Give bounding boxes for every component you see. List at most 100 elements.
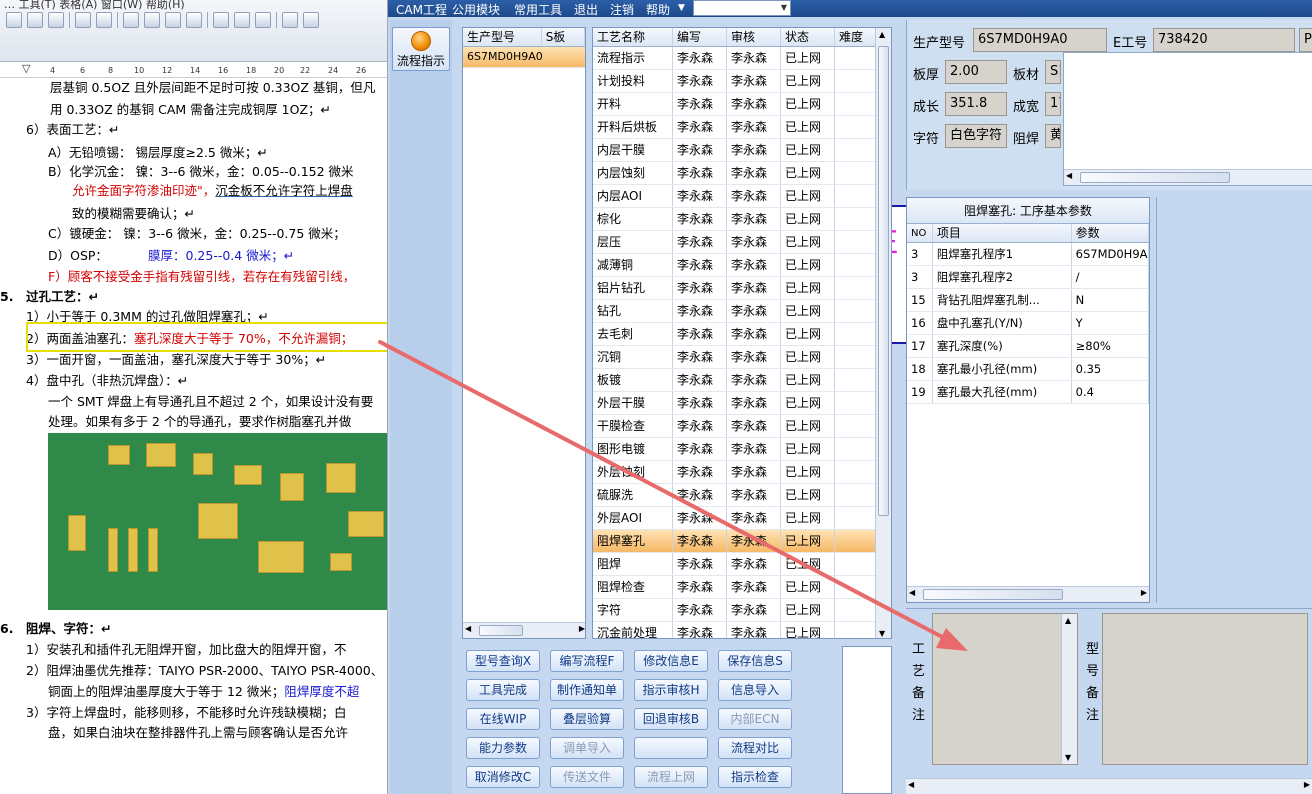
column-header[interactable]: 难度 — [835, 28, 877, 46]
action-button[interactable]: 修改信息E — [634, 650, 708, 672]
param-grid[interactable]: 阻焊塞孔: 工序基本参数 NO 项目 参数 3 阻焊塞孔程序1 6S7MD0H9A0… — [906, 197, 1150, 603]
param-item-cell[interactable]: 阻焊塞孔程序2 — [933, 266, 1072, 288]
writer-cell[interactable]: 李永森 — [673, 553, 727, 575]
table-row[interactable]: 15 背钻孔阻焊塞孔制... N — [907, 289, 1149, 312]
writer-cell[interactable]: 李永森 — [673, 208, 727, 230]
param-value-cell[interactable]: N — [1072, 289, 1149, 311]
difficulty-cell[interactable] — [835, 231, 877, 253]
table-row[interactable]: 干膜检查 李永森 李永森 已上网 — [593, 415, 891, 438]
process-name-cell[interactable]: 去毛刺 — [593, 323, 673, 345]
writer-cell[interactable]: 李永森 — [673, 93, 727, 115]
status-cell[interactable]: 已上网 — [781, 415, 835, 437]
table-row[interactable]: 字符 李永森 李永森 已上网 — [593, 599, 891, 622]
status-cell[interactable]: 已上网 — [781, 553, 835, 575]
writer-cell[interactable]: 李永森 — [673, 369, 727, 391]
writer-cell[interactable]: 李永森 — [673, 346, 727, 368]
insert-table-icon[interactable] — [165, 12, 181, 28]
tables-borders-icon[interactable] — [144, 12, 160, 28]
writer-cell[interactable]: 李永森 — [673, 47, 727, 69]
table-row[interactable]: 开料后烘板 李永森 李永森 已上网 — [593, 116, 891, 139]
param-item-cell[interactable]: 塞孔最小孔径(mm) — [933, 358, 1072, 380]
table-row[interactable]: 阻焊塞孔 李永森 李永森 已上网 — [593, 530, 891, 553]
difficulty-cell[interactable] — [835, 162, 877, 184]
difficulty-cell[interactable] — [835, 415, 877, 437]
reviewer-cell[interactable]: 李永森 — [727, 599, 781, 621]
status-cell[interactable]: 已上网 — [781, 530, 835, 552]
process-name-cell[interactable]: 铝片钻孔 — [593, 277, 673, 299]
table-row[interactable]: 内层蚀刻 李永森 李永森 已上网 — [593, 162, 891, 185]
horizontal-scrollbar[interactable]: ◀ ▶ — [463, 622, 585, 638]
model-cell[interactable]: 6S7MD0H9A0 — [463, 47, 585, 67]
writer-cell[interactable]: 李永森 — [673, 162, 727, 184]
param-value-cell[interactable]: 0.4 — [1072, 381, 1149, 403]
chevron-down-icon[interactable]: ▼ — [678, 3, 685, 13]
process-name-cell[interactable]: 外层AOI — [593, 507, 673, 529]
difficulty-cell[interactable] — [835, 599, 877, 621]
difficulty-cell[interactable] — [835, 622, 877, 638]
action-button[interactable]: 叠层验算 — [550, 708, 624, 730]
param-value-cell[interactable]: 0.35 — [1072, 358, 1149, 380]
param-item-cell[interactable]: 背钻孔阻焊塞孔制... — [933, 289, 1072, 311]
reviewer-cell[interactable]: 李永森 — [727, 162, 781, 184]
writer-cell[interactable]: 李永森 — [673, 576, 727, 598]
writer-cell[interactable]: 李永森 — [673, 254, 727, 276]
process-name-cell[interactable]: 阻焊 — [593, 553, 673, 575]
table-row[interactable]: 6S7MD0H9A0 — [463, 47, 585, 68]
status-cell[interactable]: 已上网 — [781, 47, 835, 69]
param-value-cell[interactable]: ≥80% — [1072, 335, 1149, 357]
action-button[interactable]: 型号查询X — [466, 650, 540, 672]
horizontal-scrollbar[interactable]: ◀ — [1064, 169, 1312, 185]
status-cell[interactable]: 已上网 — [781, 300, 835, 322]
word-menu-bar[interactable]: … 工具(T) 表格(A) 窗口(W) 帮助(H) — [4, 0, 185, 12]
column-header[interactable]: 生产型号 — [463, 28, 542, 46]
table-row[interactable]: 17 塞孔深度(%) ≥80% — [907, 335, 1149, 358]
horizontal-scrollbar[interactable]: ◀ ▶ — [906, 778, 1312, 794]
reviewer-cell[interactable]: 李永森 — [727, 369, 781, 391]
table-row[interactable]: 19 塞孔最大孔径(mm) 0.4 — [907, 381, 1149, 404]
table-row[interactable]: 外层AOI 李永森 李永森 已上网 — [593, 507, 891, 530]
reviewer-cell[interactable]: 李永森 — [727, 461, 781, 483]
action-button[interactable]: 指示审核H — [634, 679, 708, 701]
status-cell[interactable]: 已上网 — [781, 254, 835, 276]
table-row[interactable]: 计划投料 李永森 李永森 已上网 — [593, 70, 891, 93]
process-name-cell[interactable]: 减薄铜 — [593, 254, 673, 276]
info-list[interactable]: ◀ — [1063, 52, 1312, 186]
param-item-cell[interactable]: 塞孔深度(%) — [933, 335, 1072, 357]
show-hide-icon[interactable] — [282, 12, 298, 28]
param-item-cell[interactable]: 塞孔最大孔径(mm) — [933, 381, 1072, 403]
undo-icon[interactable] — [75, 12, 91, 28]
difficulty-cell[interactable] — [835, 208, 877, 230]
action-button[interactable]: 内部ECN — [718, 708, 792, 730]
difficulty-cell[interactable] — [835, 116, 877, 138]
process-name-cell[interactable]: 干膜检查 — [593, 415, 673, 437]
table-row[interactable]: 18 塞孔最小孔径(mm) 0.35 — [907, 358, 1149, 381]
arrow-up-icon[interactable]: ▲ — [879, 30, 885, 39]
menu-exit[interactable]: 退出 — [574, 1, 598, 18]
model-note-field[interactable] — [1102, 613, 1308, 765]
process-name-cell[interactable]: 钻孔 — [593, 300, 673, 322]
param-value-cell[interactable]: 6S7MD0H9A0 — [1072, 243, 1149, 265]
reviewer-cell[interactable]: 李永森 — [727, 622, 781, 638]
arrow-left-icon[interactable]: ◀ — [465, 624, 471, 633]
table-row[interactable]: 钻孔 李永森 李永森 已上网 — [593, 300, 891, 323]
action-button[interactable]: 传送文件 — [550, 766, 624, 788]
process-name-cell[interactable]: 开料 — [593, 93, 673, 115]
action-button[interactable]: 回退审核B — [634, 708, 708, 730]
action-button[interactable]: 指示检查 — [718, 766, 792, 788]
difficulty-cell[interactable] — [835, 277, 877, 299]
table-row[interactable]: 开料 李永森 李永森 已上网 — [593, 93, 891, 116]
paste-icon[interactable] — [27, 12, 43, 28]
process-name-cell[interactable]: 外层蚀刻 — [593, 461, 673, 483]
table-row[interactable]: 阻焊 李永森 李永森 已上网 — [593, 553, 891, 576]
process-name-cell[interactable]: 棕化 — [593, 208, 673, 230]
arrow-up-icon[interactable]: ▲ — [1065, 616, 1071, 625]
status-cell[interactable]: 已上网 — [781, 484, 835, 506]
arrow-down-icon[interactable]: ▼ — [1065, 753, 1071, 762]
length-field[interactable]: 351.8 — [945, 92, 1007, 116]
table-row[interactable]: 3 阻焊塞孔程序2/ — [907, 266, 1149, 289]
reviewer-cell[interactable]: 李永森 — [727, 254, 781, 276]
action-button[interactable]: 流程对比 — [718, 737, 792, 759]
material-field[interactable]: S1 — [1045, 60, 1061, 84]
reviewer-cell[interactable]: 李永森 — [727, 576, 781, 598]
table-row[interactable]: 减薄铜 李永森 李永森 已上网 — [593, 254, 891, 277]
